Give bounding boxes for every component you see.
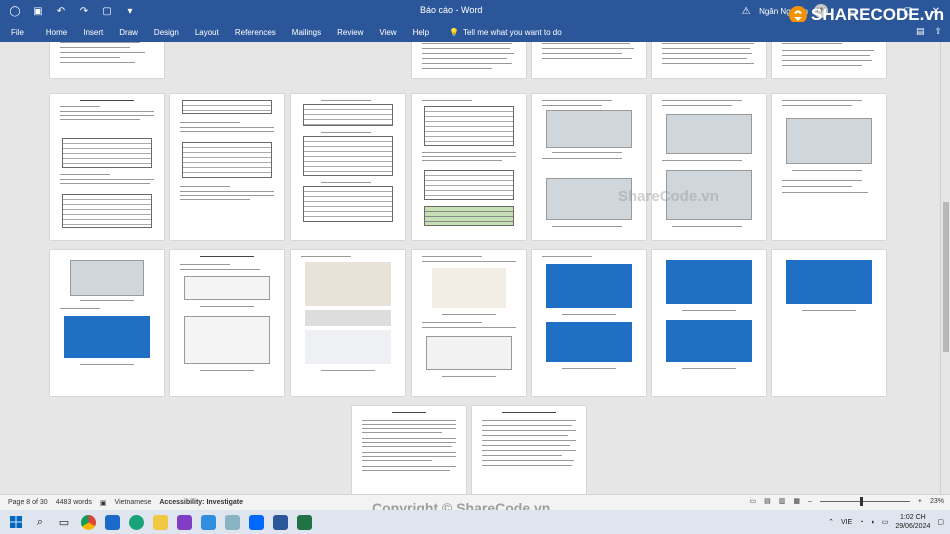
page-count[interactable]: Page 8 of 30 — [8, 499, 48, 506]
document-page — [652, 42, 766, 78]
customize-icon[interactable]: ▾ — [123, 4, 137, 18]
visual-studio-icon[interactable] — [172, 510, 196, 534]
autosave-toggle-icon[interactable]: ◯ — [8, 4, 22, 18]
photos-icon[interactable] — [100, 510, 124, 534]
task-view-icon[interactable]: ▭ — [52, 510, 76, 534]
wifi-icon[interactable]: ◔ — [859, 519, 863, 526]
zoom-in-icon[interactable]: + — [918, 498, 922, 505]
touch-mode-icon[interactable]: ▢ — [100, 4, 114, 18]
document-page — [170, 250, 284, 396]
word-count[interactable]: 4483 words — [56, 499, 92, 506]
quick-access-toolbar: ◯ ▣ ↶ ↷ ▢ ▾ — [0, 4, 137, 18]
scrollbar-thumb[interactable] — [943, 202, 949, 352]
tab-review[interactable]: Review — [329, 28, 371, 37]
edge-icon[interactable] — [124, 510, 148, 534]
system-tray: ⌃ VIE ◔ ◖ ▭ 1:02 CH 29/06/2024 ▢ — [828, 513, 944, 531]
web-layout-icon[interactable]: ▦ — [793, 497, 800, 505]
tab-layout[interactable]: Layout — [187, 28, 227, 37]
windows-logo-icon — [10, 516, 22, 528]
share-icon[interactable]: ⇪ — [934, 27, 942, 37]
document-page — [50, 42, 164, 78]
zoom-out-icon[interactable]: – — [808, 498, 812, 505]
app-icon[interactable] — [220, 510, 244, 534]
document-page — [772, 94, 886, 240]
title-bar: ◯ ▣ ↶ ↷ ▢ ▾ Báo cáo - Word ⚠ Ngân Nguyễn… — [0, 0, 950, 24]
document-page — [412, 42, 526, 78]
document-page — [652, 94, 766, 240]
tab-file[interactable]: File — [0, 28, 38, 37]
document-page — [532, 94, 646, 240]
clock[interactable]: 1:02 CH 29/06/2024 — [895, 513, 930, 531]
word-icon[interactable] — [268, 510, 292, 534]
proofing-icon[interactable]: ▣ — [100, 499, 107, 507]
document-title: Báo cáo - Word — [420, 5, 483, 15]
document-page — [772, 250, 886, 396]
focus-icon[interactable]: ▭ — [749, 497, 756, 505]
chrome-icon[interactable] — [76, 510, 100, 534]
document-page — [532, 250, 646, 396]
print-layout-icon[interactable]: ▥ — [779, 497, 786, 505]
document-page — [472, 406, 586, 494]
document-page — [170, 94, 284, 240]
document-page — [291, 94, 405, 240]
document-page — [50, 94, 164, 240]
tab-view[interactable]: View — [371, 28, 404, 37]
document-page — [652, 250, 766, 396]
tell-me-search[interactable]: 💡 Tell me what you want to do — [437, 28, 562, 37]
save-icon[interactable]: ▣ — [31, 4, 45, 18]
ribbon-tabs: File Home Insert Draw Design Layout Refe… — [0, 22, 950, 42]
volume-icon[interactable]: ◖ — [870, 519, 874, 526]
clock-date: 29/06/2024 — [895, 523, 931, 530]
tab-insert[interactable]: Insert — [75, 28, 111, 37]
document-page — [352, 406, 466, 494]
accessibility-status[interactable]: Accessibility: Investigate — [159, 499, 243, 506]
tab-help[interactable]: Help — [405, 28, 437, 37]
document-page — [412, 94, 526, 240]
file-explorer-icon[interactable] — [148, 510, 172, 534]
windows-taskbar: ⌕ ▭ ⌃ VIE ◔ ◖ ▭ 1:02 CH 29/06/2024 ▢ — [0, 510, 950, 534]
document-page — [772, 42, 886, 78]
document-page — [412, 250, 526, 396]
zalo-icon[interactable] — [244, 510, 268, 534]
tab-home[interactable]: Home — [38, 28, 75, 37]
tab-references[interactable]: References — [227, 28, 284, 37]
comments-icon[interactable]: ▤ — [916, 27, 925, 37]
vs-code-icon[interactable] — [196, 510, 220, 534]
notifications-icon[interactable]: ▢ — [937, 518, 944, 526]
zoom-slider[interactable] — [819, 496, 910, 506]
watermark-text: ShareCode.vn — [618, 188, 719, 205]
clock-time: 1:02 CH — [900, 514, 926, 521]
chevron-up-icon[interactable]: ⌃ — [828, 518, 834, 526]
tab-design[interactable]: Design — [146, 28, 187, 37]
start-icon[interactable] — [4, 510, 28, 534]
lightbulb-icon: 💡 — [449, 27, 459, 37]
document-canvas[interactable]: ShareCode.vn — [0, 42, 950, 494]
tell-me-label: Tell me what you want to do — [462, 27, 562, 37]
zoom-level[interactable]: 23% — [930, 498, 944, 505]
tab-mailings[interactable]: Mailings — [284, 28, 329, 37]
redo-icon[interactable]: ↷ — [77, 4, 91, 18]
document-page — [532, 42, 646, 78]
tab-draw[interactable]: Draw — [111, 28, 146, 37]
language-indicator[interactable]: VIE — [841, 519, 852, 526]
vertical-scrollbar[interactable] — [940, 42, 950, 494]
language-indicator[interactable]: Vietnamese — [115, 499, 152, 506]
battery-icon[interactable]: ▭ — [882, 518, 889, 526]
document-page — [50, 250, 164, 396]
search-icon[interactable]: ⌕ — [28, 510, 52, 534]
excel-icon[interactable] — [292, 510, 316, 534]
zoom-slider-knob[interactable] — [859, 496, 863, 506]
document-page — [291, 250, 405, 396]
undo-icon[interactable]: ↶ — [54, 4, 68, 18]
warning-icon: ⚠ — [741, 5, 751, 17]
read-mode-icon[interactable]: ▤ — [764, 497, 771, 505]
